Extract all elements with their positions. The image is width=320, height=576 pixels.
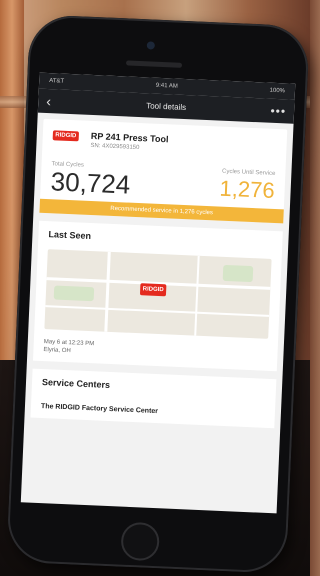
tool-card[interactable]: RIDGID RP 241 Press Tool SN: 4X029593150… bbox=[39, 118, 288, 224]
map-road bbox=[104, 251, 111, 332]
total-cycles-value: 30,724 bbox=[50, 166, 131, 200]
map-park bbox=[53, 285, 95, 302]
page-title: Tool details bbox=[146, 100, 187, 112]
last-seen-title: Last Seen bbox=[48, 229, 92, 242]
battery-label: 100% bbox=[269, 87, 286, 95]
home-button[interactable] bbox=[120, 521, 160, 562]
service-center-item[interactable]: The RIDGID Factory Service Center bbox=[41, 403, 265, 420]
front-camera bbox=[146, 41, 156, 50]
service-cycles-value: 1,276 bbox=[219, 175, 276, 203]
more-options-icon[interactable]: ••• bbox=[266, 104, 286, 119]
tool-serial: SN: 4X029593150 bbox=[90, 142, 140, 152]
brand-logo: RIDGID bbox=[52, 130, 80, 142]
back-button[interactable]: ‹ bbox=[46, 93, 67, 109]
map-road bbox=[194, 255, 200, 336]
clock: 9:41 AM bbox=[155, 82, 178, 90]
service-centers-section: Service Centers The RIDGID Factory Servi… bbox=[30, 368, 277, 429]
last-seen-section: Last Seen RIDGID May 6 at 12:23 PM Elyri… bbox=[32, 220, 283, 372]
map-pin-icon[interactable]: RIDGID bbox=[139, 283, 167, 297]
app-screen: AT&T 9:41 AM 100% ‹ Tool details ••• RID… bbox=[20, 72, 296, 514]
phone-device: AT&T 9:41 AM 100% ‹ Tool details ••• RID… bbox=[0, 0, 310, 576]
tool-name: RP 241 Press Tool bbox=[90, 130, 169, 145]
service-centers-title: Service Centers bbox=[41, 377, 111, 390]
map-road bbox=[45, 305, 270, 317]
map-park bbox=[222, 264, 254, 283]
earpiece-speaker bbox=[125, 60, 183, 68]
phone-body: AT&T 9:41 AM 100% ‹ Tool details ••• RID… bbox=[6, 14, 310, 574]
carrier-label: AT&T bbox=[49, 78, 65, 85]
location-map[interactable]: RIDGID bbox=[44, 249, 272, 339]
